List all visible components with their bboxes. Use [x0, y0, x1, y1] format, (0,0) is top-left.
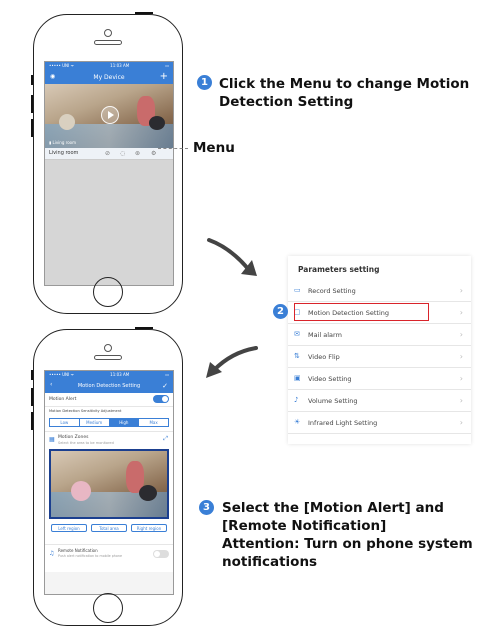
- camera-status-label: ▮ Living room: [49, 140, 76, 145]
- device-name: Living room: [49, 150, 79, 156]
- step-3-line-1: Select the [Motion Alert] and: [222, 500, 444, 516]
- notification-icon: ♫: [49, 550, 55, 557]
- phone-1: ••••• UNI ᯤ 11:03 AM ▭ ◉ My Device + ▮ L…: [31, 12, 183, 314]
- remote-notification-toggle[interactable]: [153, 550, 169, 558]
- step-1-badge: 1: [197, 75, 212, 90]
- video-icon: ▣: [294, 374, 301, 382]
- camera-video-preview[interactable]: ▮ Living room: [45, 84, 173, 148]
- chevron-right-icon: ›: [459, 352, 463, 361]
- setting-video[interactable]: ▣ Video Setting ›: [288, 368, 471, 390]
- back-icon[interactable]: ‹: [50, 381, 52, 388]
- setting-video-flip[interactable]: ⇅ Video Flip ›: [288, 346, 471, 368]
- menu-callout-label: Menu: [193, 140, 235, 156]
- sensitivity-max[interactable]: Max: [139, 419, 168, 426]
- left-region-button[interactable]: Left region: [51, 524, 87, 532]
- record-icon[interactable]: ◌: [120, 150, 125, 157]
- step-3-line-3: Attention: Turn on phone system: [222, 536, 473, 552]
- alarm-icon[interactable]: ⊘: [105, 150, 110, 157]
- sensitivity-low[interactable]: Low: [50, 419, 80, 426]
- menu-leader-line: [158, 148, 188, 149]
- sensitivity-selector[interactable]: Low Medium High Max: [49, 418, 169, 427]
- remote-notification-row: ♫ Remote Notification Push alert notific…: [45, 545, 173, 563]
- chevron-right-icon: ›: [459, 308, 463, 317]
- step-3-line-2: [Remote Notification]: [222, 518, 387, 534]
- step-3-line-4: notifications: [222, 554, 318, 570]
- motion-detection-highlight: [294, 303, 429, 321]
- sensitivity-high[interactable]: High: [109, 419, 140, 426]
- panel-title: Parameters setting: [298, 265, 380, 274]
- parameters-setting-panel: Parameters setting ▭ Record Setting › ▢ …: [288, 256, 471, 444]
- infrared-icon: ☀: [294, 418, 301, 426]
- zones-icon: ▦: [49, 436, 55, 443]
- mail-icon: ✉: [294, 330, 300, 338]
- setting-infrared[interactable]: ☀ Infrared Light Setting ›: [288, 412, 471, 434]
- volume-icon: ♪: [294, 396, 299, 404]
- empty-list-area: [45, 160, 173, 285]
- sensitivity-section: Motion Detection Sensitivity Adjustment …: [45, 407, 173, 432]
- chevron-right-icon: ›: [459, 330, 463, 339]
- device-bar: Living room ⊘ ◌ ⊛ ⚙: [45, 148, 173, 160]
- motion-zone-preview[interactable]: [49, 449, 169, 519]
- flip-icon: ⇅: [294, 352, 300, 360]
- step-1-line-1: Click the Menu to change Motion: [219, 76, 470, 92]
- setting-mail-alarm[interactable]: ✉ Mail alarm ›: [288, 324, 471, 346]
- phone-2-screen: ••••• UNI ᯤ 11:03 AM ▭ ‹ Motion Detectio…: [44, 370, 174, 595]
- home-button[interactable]: [93, 277, 123, 307]
- home-button[interactable]: [93, 593, 123, 623]
- chevron-right-icon: ›: [459, 418, 463, 427]
- nav-bar: ‹ Motion Detection Setting ✓: [45, 379, 173, 393]
- setting-volume[interactable]: ♪ Volume Setting ›: [288, 390, 471, 412]
- motion-alert-row: Motion Alert: [45, 393, 173, 407]
- playback-icon[interactable]: ⊛: [135, 150, 140, 157]
- chevron-right-icon: ›: [459, 286, 463, 295]
- step-1-line-2: Detection Setting: [219, 94, 354, 110]
- status-bar: ••••• UNI ᯤ 11:03 AM ▭: [45, 371, 173, 379]
- right-region-button[interactable]: Right region: [131, 524, 167, 532]
- add-device-button[interactable]: +: [160, 71, 168, 82]
- nav-bar: ◉ My Device +: [45, 70, 173, 84]
- record-setting-icon: ▭: [294, 286, 301, 294]
- motion-zones-section: ▦ Motion Zones Select the area to be mon…: [45, 432, 173, 545]
- zone-edit-icon[interactable]: ⤢: [163, 435, 168, 443]
- chevron-right-icon: ›: [459, 396, 463, 405]
- motion-alert-toggle[interactable]: [153, 395, 169, 403]
- arrow-to-settings-icon: [207, 238, 257, 276]
- step-2-badge: 2: [273, 304, 288, 319]
- step-3-badge: 3: [199, 500, 214, 515]
- total-area-button[interactable]: Total area: [91, 524, 127, 532]
- chevron-right-icon: ›: [459, 374, 463, 383]
- confirm-icon[interactable]: ✓: [162, 381, 168, 392]
- settings-icon[interactable]: ⚙: [151, 150, 156, 157]
- status-bar: ••••• UNI ᯤ 11:03 AM ▭: [45, 62, 173, 70]
- arrow-to-phone-2-icon: [206, 346, 258, 378]
- phone-2: ••••• UNI ᯤ 11:03 AM ▭ ‹ Motion Detectio…: [31, 327, 183, 626]
- menu-circle-icon[interactable]: ◉: [50, 73, 55, 80]
- phone-1-screen: ••••• UNI ᯤ 11:03 AM ▭ ◉ My Device + ▮ L…: [44, 61, 174, 286]
- nav-title: Motion Detection Setting: [77, 383, 141, 389]
- sensitivity-medium[interactable]: Medium: [80, 419, 110, 426]
- setting-record[interactable]: ▭ Record Setting ›: [288, 280, 471, 302]
- play-icon[interactable]: [101, 106, 119, 124]
- nav-title: My Device: [93, 73, 125, 81]
